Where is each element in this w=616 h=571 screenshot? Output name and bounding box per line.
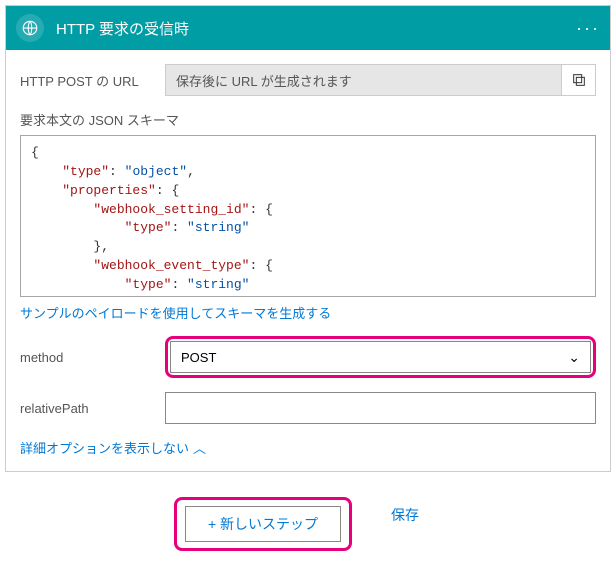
method-value: POST [181,350,216,365]
http-globe-icon [16,14,44,42]
relative-path-input[interactable] [165,392,596,424]
method-highlight: POST ⌄ [165,336,596,378]
chevron-down-icon: ⌄ [568,349,580,366]
copy-icon [571,72,587,88]
card-menu-button[interactable]: ··· [576,18,600,39]
use-sample-payload-link[interactable]: サンプルのペイロードを使用してスキーマを生成する [20,303,331,322]
card-title: HTTP 要求の受信時 [56,18,576,39]
save-button[interactable]: 保存 [368,497,442,533]
json-schema-editor[interactable]: { "type": "object", "properties": { "web… [20,135,596,297]
card-header: HTTP 要求の受信時 ··· [6,6,610,50]
copy-url-button[interactable] [562,64,596,96]
json-schema-label: 要求本文の JSON スキーマ [20,110,596,129]
method-label: method [20,350,165,365]
new-step-button[interactable]: + 新しいステップ [185,506,341,542]
method-select[interactable]: POST ⌄ [170,341,591,373]
footer-buttons: + 新しいステップ 保存 [0,477,616,571]
hide-advanced-options-link[interactable]: 詳細オプションを表示しない ︿ [20,438,206,457]
advanced-link-text: 詳細オプションを表示しない [20,438,189,457]
http-request-trigger-card: HTTP 要求の受信時 ··· HTTP POST の URL 保存後に URL… [5,5,611,472]
relative-path-label: relativePath [20,401,165,416]
chevron-up-icon: ︿ [193,438,206,457]
relative-path-row: relativePath [20,392,596,424]
http-post-url-row: HTTP POST の URL 保存後に URL が生成されます [20,64,596,96]
http-post-url-label: HTTP POST の URL [20,71,165,90]
new-step-highlight: + 新しいステップ [174,497,352,551]
method-row: method POST ⌄ [20,336,596,378]
http-post-url-value: 保存後に URL が生成されます [165,64,562,96]
card-body: HTTP POST の URL 保存後に URL が生成されます 要求本文の J… [6,50,610,471]
